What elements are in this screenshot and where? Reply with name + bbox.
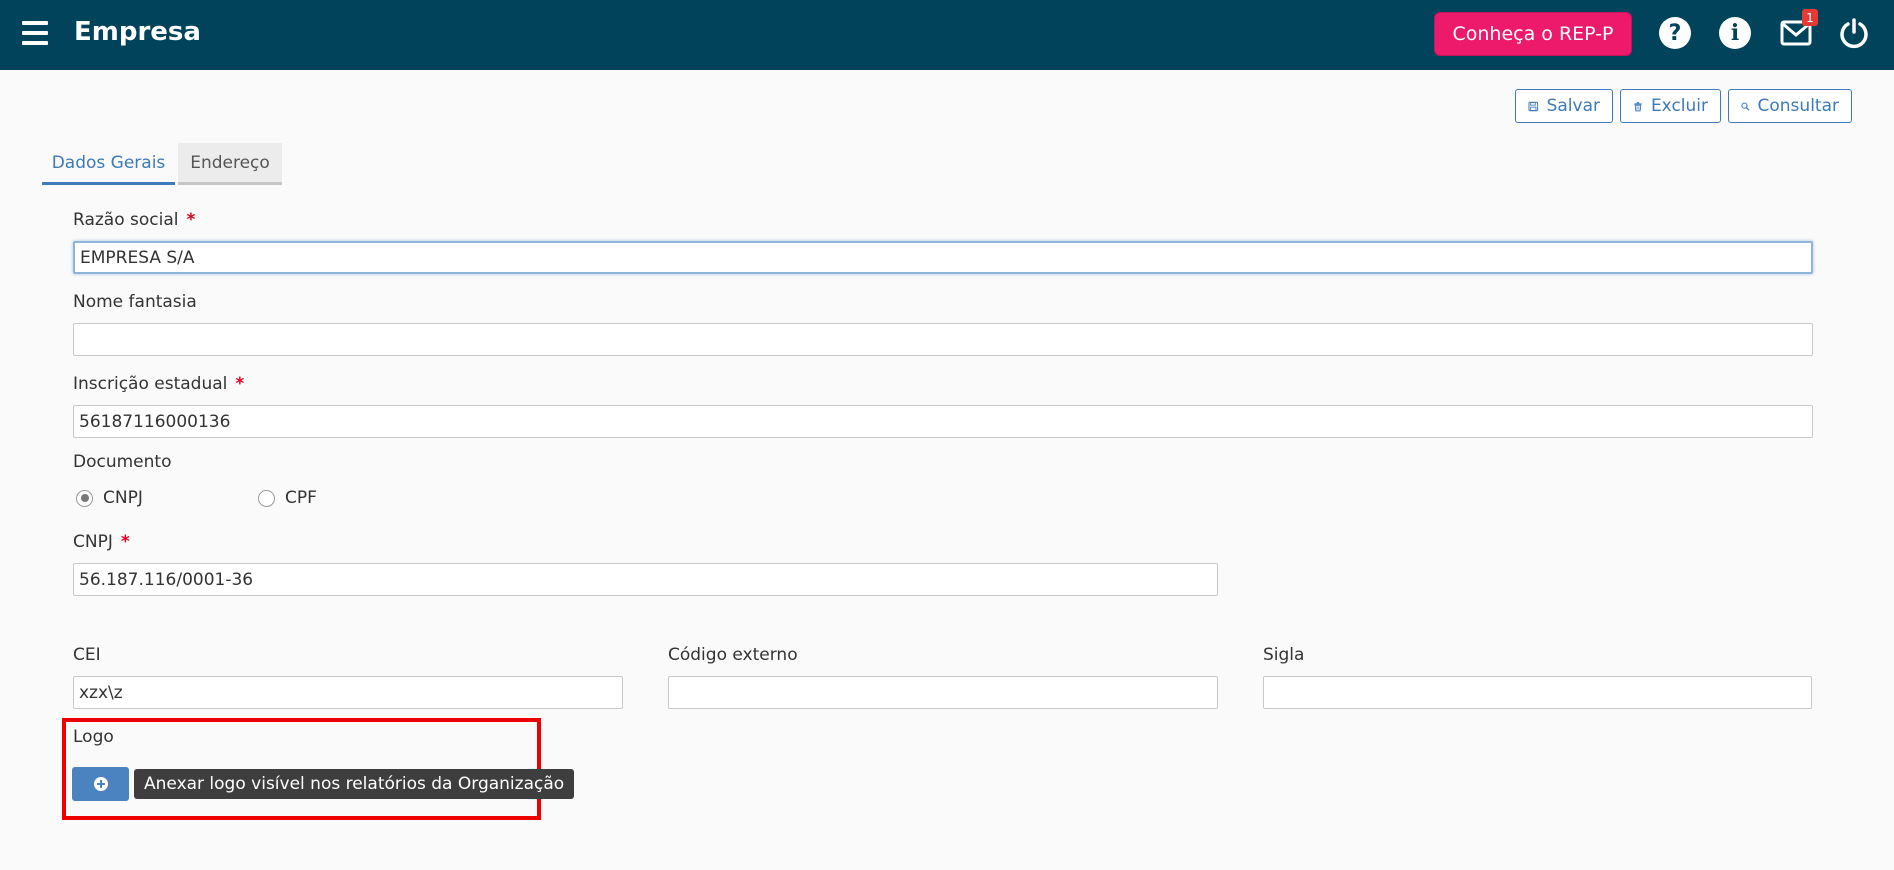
nome-fantasia-input[interactable]: [73, 323, 1813, 356]
power-icon[interactable]: [1838, 17, 1870, 49]
tab-dados-gerais[interactable]: Dados Gerais: [42, 143, 175, 185]
save-button[interactable]: Salvar: [1515, 89, 1613, 123]
tab-endereco[interactable]: Endereço: [178, 143, 282, 185]
mail-icon[interactable]: 1: [1780, 9, 1818, 49]
inscricao-estadual-label: Inscrição estadual *: [73, 374, 245, 394]
required-marker: *: [120, 532, 130, 552]
razao-social-label: Razão social *: [73, 210, 196, 230]
plus-circle-icon: [93, 777, 108, 791]
cei-label: CEI: [73, 645, 101, 665]
razao-social-input[interactable]: [73, 241, 1813, 274]
codigo-externo-input[interactable]: [668, 676, 1218, 709]
delete-button[interactable]: Excluir: [1620, 89, 1721, 123]
codigo-externo-label: Código externo: [668, 645, 798, 665]
rep-p-button[interactable]: Conheça o REP-P: [1434, 12, 1632, 56]
logo-label: Logo: [73, 727, 114, 747]
nome-fantasia-label: Nome fantasia: [73, 292, 197, 312]
help-icon[interactable]: ?: [1659, 17, 1691, 49]
add-logo-button[interactable]: [72, 767, 129, 801]
top-bar: Empresa Conheça o REP-P ? i 1: [0, 0, 1894, 70]
documento-label: Documento: [73, 452, 172, 472]
inscricao-estadual-input[interactable]: [73, 405, 1813, 438]
required-marker: *: [186, 210, 196, 230]
info-icon[interactable]: i: [1719, 17, 1751, 49]
cnpj-input[interactable]: [73, 563, 1218, 596]
radio-cnpj-label: CNPJ: [103, 488, 143, 508]
radio-cnpj[interactable]: CNPJ: [76, 488, 143, 508]
delete-label: Excluir: [1650, 96, 1708, 116]
trash-icon: [1634, 101, 1642, 111]
sigla-input[interactable]: [1263, 676, 1812, 709]
save-label: Salvar: [1546, 96, 1600, 116]
radio-button[interactable]: [258, 489, 275, 507]
search-label: Consultar: [1757, 96, 1839, 116]
radio-cpf[interactable]: CPF: [258, 488, 317, 508]
page-title: Empresa: [74, 17, 201, 47]
floppy-disk-icon: [1528, 101, 1539, 111]
search-icon: [1741, 102, 1750, 111]
cei-input[interactable]: [73, 676, 623, 709]
search-button[interactable]: Consultar: [1728, 89, 1852, 123]
hamburger-menu-icon[interactable]: [22, 21, 52, 47]
logo-tooltip: Anexar logo visível nos relatórios da Or…: [134, 769, 575, 799]
notification-badge: 1: [1802, 9, 1818, 26]
cnpj-label: CNPJ *: [73, 532, 130, 552]
radio-button[interactable]: [76, 489, 93, 507]
radio-cpf-label: CPF: [285, 488, 317, 508]
required-marker: *: [235, 374, 245, 394]
sigla-label: Sigla: [1263, 645, 1305, 665]
